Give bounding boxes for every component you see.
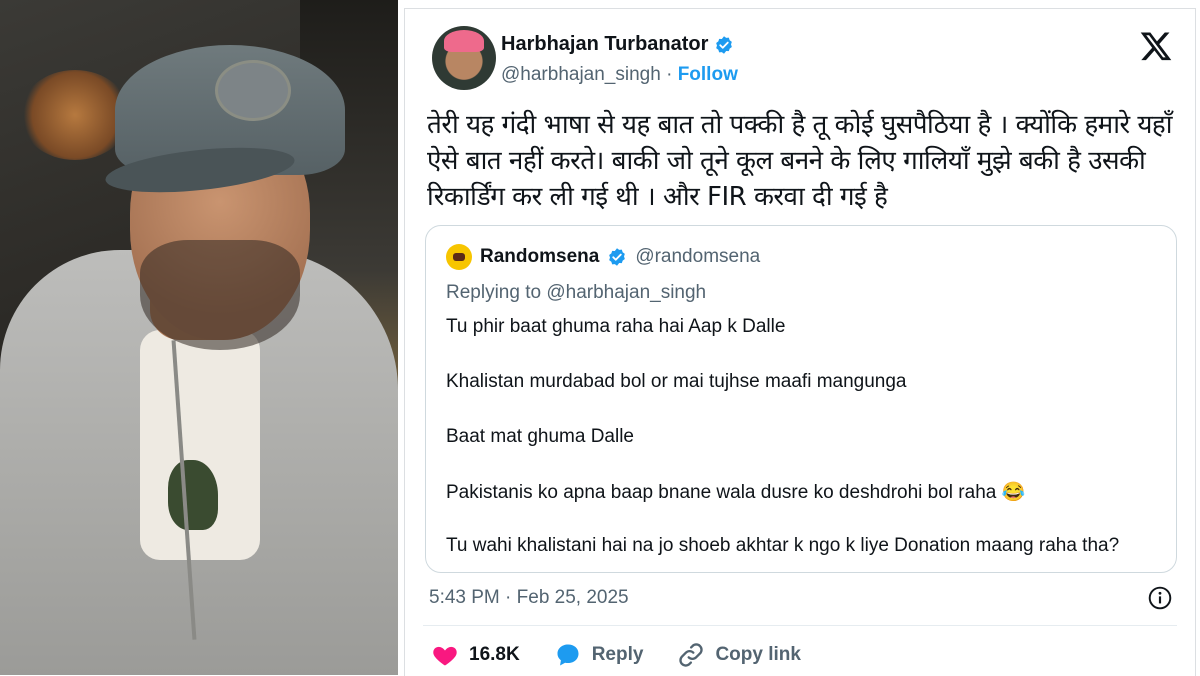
separator-dot: · <box>666 64 673 85</box>
quoted-line-5: Tu wahi khalistani hai na jo shoeb akhta… <box>446 535 1120 556</box>
quoted-line-1: Tu phir baat ghuma raha hai Aap k Dalle <box>446 316 786 337</box>
reply-label: Reply <box>591 644 644 665</box>
verified-badge-icon <box>609 248 626 266</box>
quoted-tweet[interactable]: Randomsena @randomsena Replying to @harb… <box>425 225 1177 573</box>
like-button[interactable]: 16.8K <box>431 641 520 669</box>
quoted-author-avatar[interactable] <box>446 244 472 270</box>
man-photo <box>0 0 398 675</box>
copy-link-label: Copy link <box>715 644 801 665</box>
replying-to: Replying to @harbhajan_singh <box>446 282 707 303</box>
background-lamp <box>20 70 130 160</box>
beard <box>140 240 300 350</box>
tshirt-print <box>168 460 218 530</box>
reply-button[interactable]: Reply <box>554 641 644 669</box>
avatar-turban <box>444 30 484 52</box>
tweet-text: तेरी यह गंदी भाषा से यह बात तो पक्की है … <box>427 110 1172 212</box>
tweet-timestamp[interactable]: 5:43 PM · Feb 25, 2025 <box>429 587 629 609</box>
quoted-line-4: Pakistanis ko apna baap bnane wala dusre… <box>446 482 1026 503</box>
like-count: 16.8K <box>469 644 520 665</box>
verified-badge-icon <box>716 35 733 54</box>
author-avatar[interactable] <box>432 26 496 90</box>
quoted-line-2: Khalistan murdabad bol or mai tujhse maa… <box>446 371 907 392</box>
speech-bubble-icon <box>557 644 579 666</box>
tweet-card: Harbhajan Turbanator @harbhajan_singh · … <box>404 8 1196 676</box>
quoted-author-row: Randomsena @randomsena <box>446 244 760 270</box>
divider <box>423 625 1177 626</box>
link-icon <box>679 643 704 667</box>
quoted-line-3: Baat mat ghuma Dalle <box>446 426 634 447</box>
follow-button[interactable]: Follow <box>678 64 738 85</box>
info-icon[interactable] <box>1147 585 1173 611</box>
quoted-author-handle[interactable]: @randomsena <box>635 246 760 268</box>
author-name-row: Harbhajan Turbanator <box>501 33 734 56</box>
action-bar: 16.8K Reply Copy link <box>431 641 835 669</box>
author-name[interactable]: Harbhajan Turbanator <box>501 33 708 56</box>
x-logo-icon[interactable] <box>1139 29 1173 63</box>
author-handle[interactable]: @harbhajan_singh <box>501 64 661 85</box>
quoted-author-name[interactable]: Randomsena <box>480 246 599 268</box>
heart-icon <box>433 646 457 666</box>
cap-logo <box>215 60 291 121</box>
copy-link-button[interactable]: Copy link <box>677 641 801 669</box>
author-handle-row: @harbhajan_singh · Follow <box>501 64 738 86</box>
